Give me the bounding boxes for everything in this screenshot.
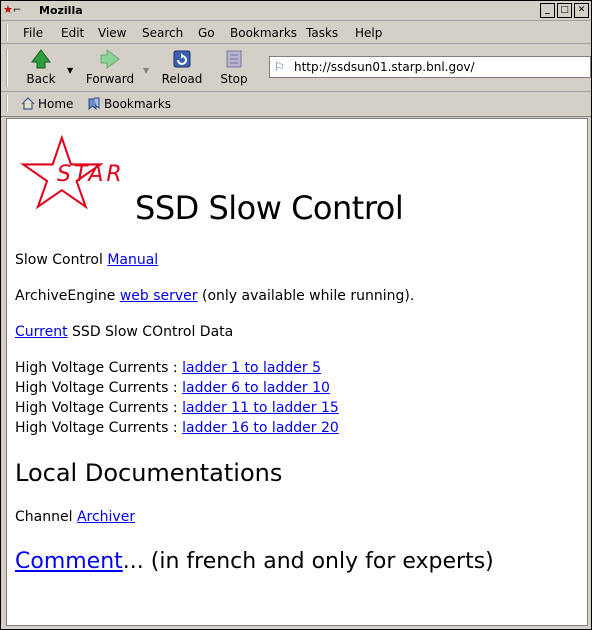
minimize-button[interactable]: _ bbox=[540, 3, 555, 18]
toolbar-grip[interactable] bbox=[6, 49, 13, 87]
address-bar[interactable]: ⚐ http://ssdsun01.starp.bnl.gov/ bbox=[269, 56, 591, 78]
manual-link[interactable]: Manual bbox=[107, 252, 158, 268]
forward-arrow-icon bbox=[100, 49, 120, 69]
slow-control-line: Slow Control Manual bbox=[15, 252, 158, 268]
web-server-link[interactable]: web server bbox=[120, 288, 198, 304]
channel-line: Channel Archiver bbox=[15, 509, 135, 525]
hv-label: High Voltage Currents : bbox=[15, 380, 183, 396]
bookmarks-icon bbox=[88, 97, 100, 110]
hv-label: High Voltage Currents : bbox=[15, 400, 183, 416]
menu-view[interactable]: View bbox=[98, 26, 126, 40]
slow-control-text: Slow Control bbox=[15, 252, 108, 268]
bookmarks-label: Bookmarks bbox=[104, 97, 172, 111]
hv-label: High Voltage Currents : bbox=[15, 360, 183, 376]
hv-label: High Voltage Currents : bbox=[15, 420, 183, 436]
ladder-11-15-link[interactable]: ladder 11 to ladder 15 bbox=[182, 400, 339, 416]
title-bar: ★⌐ Mozilla _ □ ✕ bbox=[1, 1, 591, 21]
local-docs-heading: Local Documentations bbox=[15, 459, 283, 487]
menubar-grip[interactable] bbox=[6, 24, 13, 41]
comment-line: Comment... (in french and only for exper… bbox=[15, 549, 494, 574]
window-title: Mozilla bbox=[39, 4, 83, 17]
address-url[interactable]: http://ssdsun01.starp.bnl.gov/ bbox=[294, 60, 475, 74]
hv-line-1: High Voltage Currents : ladder 1 to ladd… bbox=[15, 360, 321, 376]
window-menu-icon[interactable]: ★⌐ bbox=[3, 3, 21, 18]
forward-button[interactable]: Forward bbox=[85, 48, 135, 86]
bookmarks-button[interactable]: Bookmarks bbox=[87, 97, 171, 111]
home-icon bbox=[21, 97, 35, 110]
back-dropdown-icon[interactable]: ▼ bbox=[67, 66, 73, 75]
home-button[interactable]: Home bbox=[21, 97, 73, 111]
hv-line-2: High Voltage Currents : ladder 6 to ladd… bbox=[15, 380, 330, 396]
menu-search[interactable]: Search bbox=[142, 26, 183, 40]
stop-button[interactable]: Stop bbox=[217, 48, 251, 86]
forward-label: Forward bbox=[85, 72, 135, 86]
menu-go[interactable]: Go bbox=[198, 26, 215, 40]
ladder-16-20-link[interactable]: ladder 16 to ladder 20 bbox=[182, 420, 339, 436]
back-button[interactable]: Back bbox=[23, 48, 59, 86]
back-label: Back bbox=[26, 72, 56, 86]
browser-window: ★⌐ Mozilla _ □ ✕ File Edit View Search G… bbox=[0, 0, 592, 630]
stop-label: Stop bbox=[220, 72, 248, 86]
menu-edit[interactable]: Edit bbox=[61, 26, 84, 40]
menu-file[interactable]: File bbox=[23, 26, 43, 40]
page-content: STAR SSD Slow Control Slow Control Manua… bbox=[6, 118, 588, 626]
archive-engine-note: (only available while running). bbox=[197, 288, 415, 304]
reload-button[interactable]: Reload bbox=[161, 48, 203, 86]
personal-toolbar: Home Bookmarks bbox=[1, 92, 591, 117]
logo-text: STAR bbox=[57, 162, 125, 187]
close-button[interactable]: ✕ bbox=[574, 3, 589, 18]
page-title: SSD Slow Control bbox=[135, 189, 404, 227]
comment-link[interactable]: Comment bbox=[15, 549, 123, 574]
menu-tasks[interactable]: Tasks bbox=[306, 26, 338, 40]
reload-icon bbox=[173, 50, 191, 68]
forward-dropdown-icon[interactable]: ▼ bbox=[143, 66, 149, 75]
site-icon: ⚐ bbox=[274, 60, 285, 74]
home-label: Home bbox=[38, 97, 74, 111]
current-data-line: Current SSD Slow COntrol Data bbox=[15, 324, 233, 340]
ladder-1-5-link[interactable]: ladder 1 to ladder 5 bbox=[182, 360, 321, 376]
navigation-toolbar: Back ▼ Forward ▼ Reload Stop ⚐ http://ss… bbox=[1, 44, 591, 92]
current-link[interactable]: Current bbox=[15, 324, 68, 340]
menu-bar: File Edit View Search Go Bookmarks Tasks… bbox=[1, 21, 591, 44]
back-arrow-icon bbox=[31, 49, 51, 69]
menu-help[interactable]: Help bbox=[355, 26, 382, 40]
channel-text: Channel bbox=[15, 509, 77, 525]
comment-text: ... (in french and only for experts) bbox=[122, 549, 494, 574]
personal-toolbar-grip[interactable] bbox=[6, 95, 13, 112]
reload-label: Reload bbox=[161, 72, 203, 86]
archive-engine-line: ArchiveEngine web server (only available… bbox=[15, 288, 414, 304]
archiver-link[interactable]: Archiver bbox=[77, 509, 135, 525]
maximize-button[interactable]: □ bbox=[557, 3, 572, 18]
star-logo: STAR bbox=[19, 134, 125, 210]
menu-bookmarks[interactable]: Bookmarks bbox=[230, 26, 297, 40]
hv-line-4: High Voltage Currents : ladder 16 to lad… bbox=[15, 420, 339, 436]
ladder-6-10-link[interactable]: ladder 6 to ladder 10 bbox=[182, 380, 330, 396]
stop-icon bbox=[226, 50, 242, 68]
archive-engine-text: ArchiveEngine bbox=[15, 288, 120, 304]
hv-line-3: High Voltage Currents : ladder 11 to lad… bbox=[15, 400, 339, 416]
current-data-text: SSD Slow COntrol Data bbox=[67, 324, 234, 340]
